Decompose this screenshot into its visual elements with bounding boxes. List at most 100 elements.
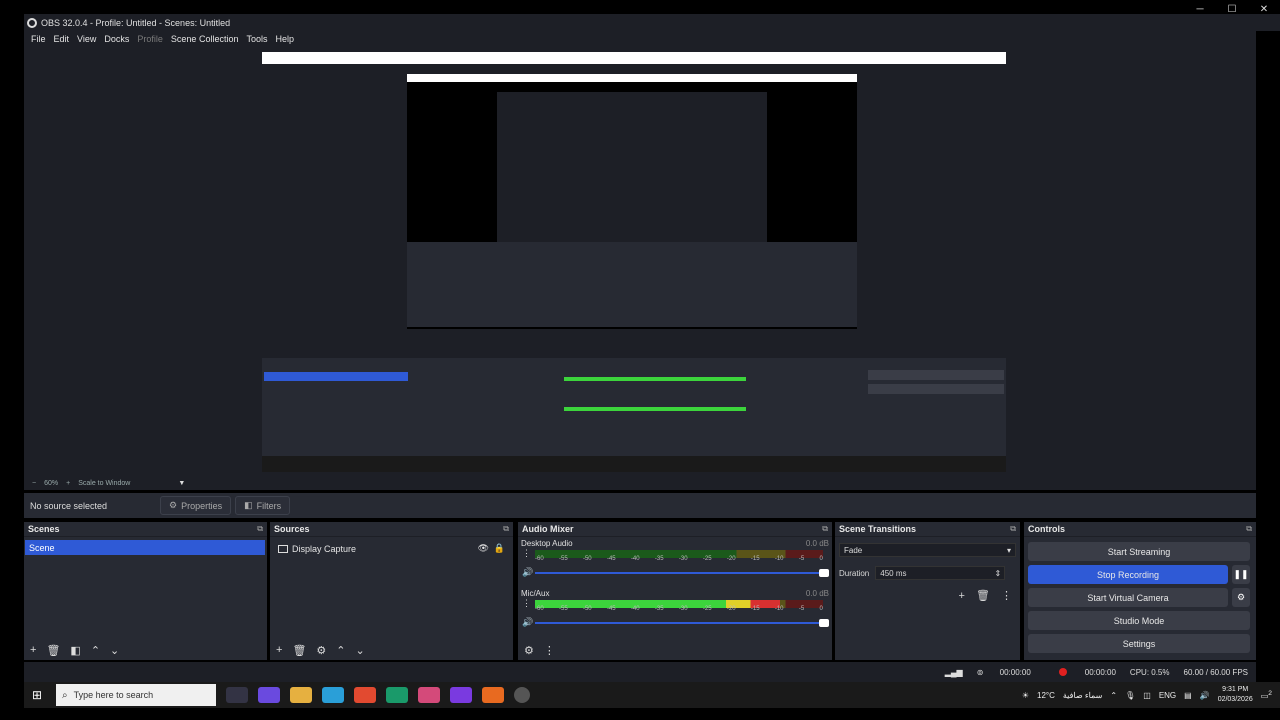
- fps-display: 60.00 / 60.00 FPS: [1183, 667, 1249, 677]
- channel-menu-icon[interactable]: ⋮: [522, 548, 531, 559]
- meter-tick-label: 0: [819, 606, 823, 612]
- lang-indicator[interactable]: ENG: [1159, 691, 1176, 700]
- filters-button[interactable]: ◧ Filters: [235, 496, 291, 515]
- volume-tray-icon[interactable]: 🔊: [1200, 691, 1210, 700]
- add-source-button[interactable]: +: [276, 644, 282, 656]
- meter-tick-label: -25: [702, 606, 712, 612]
- channel-menu-icon[interactable]: ⋮: [522, 598, 531, 609]
- properties-button[interactable]: ⚙ Properties: [160, 496, 232, 515]
- menu-view[interactable]: View: [77, 34, 96, 44]
- file-explorer-icon[interactable]: [290, 687, 312, 703]
- scenes-dock: Scenes ⧉ Scene + 🗑 ◧ ⌃ ⌄: [24, 522, 267, 660]
- clock-time: 9:31 PM: [1222, 686, 1249, 693]
- dock-float-icon[interactable]: ⧉: [1246, 524, 1252, 534]
- source-down-button[interactable]: ⌄: [356, 644, 365, 657]
- mixer-channel-desktop: Desktop Audio 0.0 dB ⋮ -60 -55 -50 -45 -40 -3…: [518, 537, 832, 587]
- scenes-title: Scenes: [28, 524, 60, 534]
- lock-icon[interactable]: 🔒: [494, 543, 505, 554]
- menu-docks[interactable]: Docks: [104, 34, 129, 44]
- source-properties-button[interactable]: ⚙: [316, 644, 326, 657]
- close-button[interactable]: ✕: [1248, 0, 1280, 24]
- slider-knob[interactable]: [819, 569, 829, 577]
- firefox-icon[interactable]: [482, 687, 504, 703]
- zoom-out-button[interactable]: −: [32, 480, 36, 487]
- volume-slider[interactable]: [535, 619, 829, 627]
- meter-tick-label: -20: [726, 556, 736, 562]
- menu-help[interactable]: Help: [275, 34, 294, 44]
- app-icon-2[interactable]: [418, 687, 440, 703]
- wifi-icon[interactable]: ◫: [1143, 691, 1151, 700]
- notifications-icon[interactable]: ▭2: [1261, 690, 1272, 701]
- scene-list-item[interactable]: Scene: [25, 540, 265, 555]
- mixer-channel-mic: Mic/Aux 0.0 dB ⋮ -60 -55 -50 -45 -40 -35 -30 -2…: [518, 587, 832, 637]
- task-view-icon[interactable]: [226, 687, 248, 703]
- meter-tick-label: -40: [630, 556, 640, 562]
- add-scene-button[interactable]: +: [30, 644, 36, 656]
- windows-start-icon[interactable]: ⊞: [24, 688, 50, 702]
- preview-canvas[interactable]: [262, 52, 1006, 472]
- meter-tick-label: -30: [678, 556, 688, 562]
- speaker-icon[interactable]: 🔊: [522, 567, 533, 578]
- maximize-button[interactable]: ☐: [1216, 0, 1248, 24]
- scale-mode-dropdown[interactable]: ▼: [178, 480, 185, 487]
- app-icon-3[interactable]: [450, 687, 472, 703]
- clock[interactable]: 9:31 PM 02/03/2026: [1218, 685, 1253, 705]
- dock-float-icon[interactable]: ⧉: [503, 524, 509, 534]
- duration-field[interactable]: 450 ms ⇕: [875, 566, 1006, 580]
- zoom-in-button[interactable]: +: [66, 480, 70, 487]
- sources-dock: Sources ⧉ Display Capture 👁 🔒 + 🗑 ⚙ ⌃ ⌄: [270, 522, 513, 660]
- spinner-icon[interactable]: ⇕: [995, 569, 1002, 578]
- slider-knob[interactable]: [819, 619, 829, 627]
- stream-time: ⊚ 00:00:00: [976, 667, 1031, 677]
- move-up-button[interactable]: ⌃: [91, 644, 100, 657]
- network-tray-icon[interactable]: ▤: [1184, 691, 1192, 700]
- remove-scene-button[interactable]: 🗑: [46, 644, 60, 657]
- filters-label: Filters: [256, 500, 282, 511]
- scene-filters-button[interactable]: ◧: [70, 644, 80, 657]
- menu-bar: File Edit View Docks Profile Scene Colle…: [24, 31, 1256, 46]
- weather-temp: 12°C: [1037, 690, 1055, 700]
- dock-float-icon[interactable]: ⧉: [1010, 524, 1016, 534]
- taskbar-search[interactable]: ⌕ Type here to search: [56, 684, 216, 706]
- mixer-menu-icon[interactable]: ⋮: [544, 644, 555, 657]
- volume-slider[interactable]: [535, 569, 829, 577]
- obs-taskbar-icon[interactable]: [514, 687, 530, 703]
- start-virtual-camera-button[interactable]: Start Virtual Camera: [1028, 588, 1228, 607]
- meter-tick-label: -10: [774, 606, 784, 612]
- menu-tools[interactable]: Tools: [246, 34, 267, 44]
- source-list-item[interactable]: Display Capture 👁 🔒: [270, 541, 513, 556]
- menu-file[interactable]: File: [31, 34, 46, 44]
- settings-button[interactable]: Settings: [1028, 634, 1250, 653]
- mic-icon[interactable]: 🎙: [1125, 691, 1135, 700]
- minimize-button[interactable]: ─: [1184, 0, 1216, 24]
- menu-profile[interactable]: Profile: [137, 34, 163, 44]
- virtual-camera-settings-icon[interactable]: ⚙: [1232, 588, 1250, 607]
- copilot-icon[interactable]: [258, 687, 280, 703]
- remove-transition-button[interactable]: 🗑: [976, 590, 990, 602]
- add-transition-button[interactable]: +: [958, 590, 964, 602]
- scale-mode[interactable]: Scale to Window: [78, 480, 130, 487]
- meter-tick-label: 0: [819, 556, 823, 562]
- telegram-icon[interactable]: [322, 687, 344, 703]
- start-streaming-button[interactable]: Start Streaming: [1028, 542, 1250, 561]
- dock-float-icon[interactable]: ⧉: [257, 524, 263, 534]
- app-icon[interactable]: [386, 687, 408, 703]
- audio-mixer-title: Audio Mixer: [522, 524, 574, 534]
- studio-mode-button[interactable]: Studio Mode: [1028, 611, 1250, 630]
- pause-recording-button[interactable]: ❚❚: [1232, 565, 1250, 584]
- visibility-eye-icon[interactable]: 👁: [478, 543, 489, 554]
- menu-scene-collection[interactable]: Scene Collection: [171, 34, 239, 44]
- menu-edit[interactable]: Edit: [54, 34, 70, 44]
- remove-source-button[interactable]: 🗑: [292, 644, 306, 657]
- speaker-icon[interactable]: 🔊: [522, 617, 533, 628]
- stop-recording-button[interactable]: Stop Recording: [1028, 565, 1228, 584]
- tray-expand-icon[interactable]: ⌃: [1110, 691, 1117, 700]
- source-up-button[interactable]: ⌃: [336, 644, 345, 657]
- transition-select[interactable]: Fade ▾: [839, 543, 1016, 557]
- duration-value: 450 ms: [880, 568, 907, 578]
- move-down-button[interactable]: ⌄: [110, 644, 119, 657]
- mixer-settings-icon[interactable]: ⚙: [524, 644, 534, 657]
- transition-menu-icon[interactable]: ⋮: [1001, 590, 1012, 602]
- chrome-icon[interactable]: [354, 687, 376, 703]
- dock-float-icon[interactable]: ⧉: [822, 524, 828, 534]
